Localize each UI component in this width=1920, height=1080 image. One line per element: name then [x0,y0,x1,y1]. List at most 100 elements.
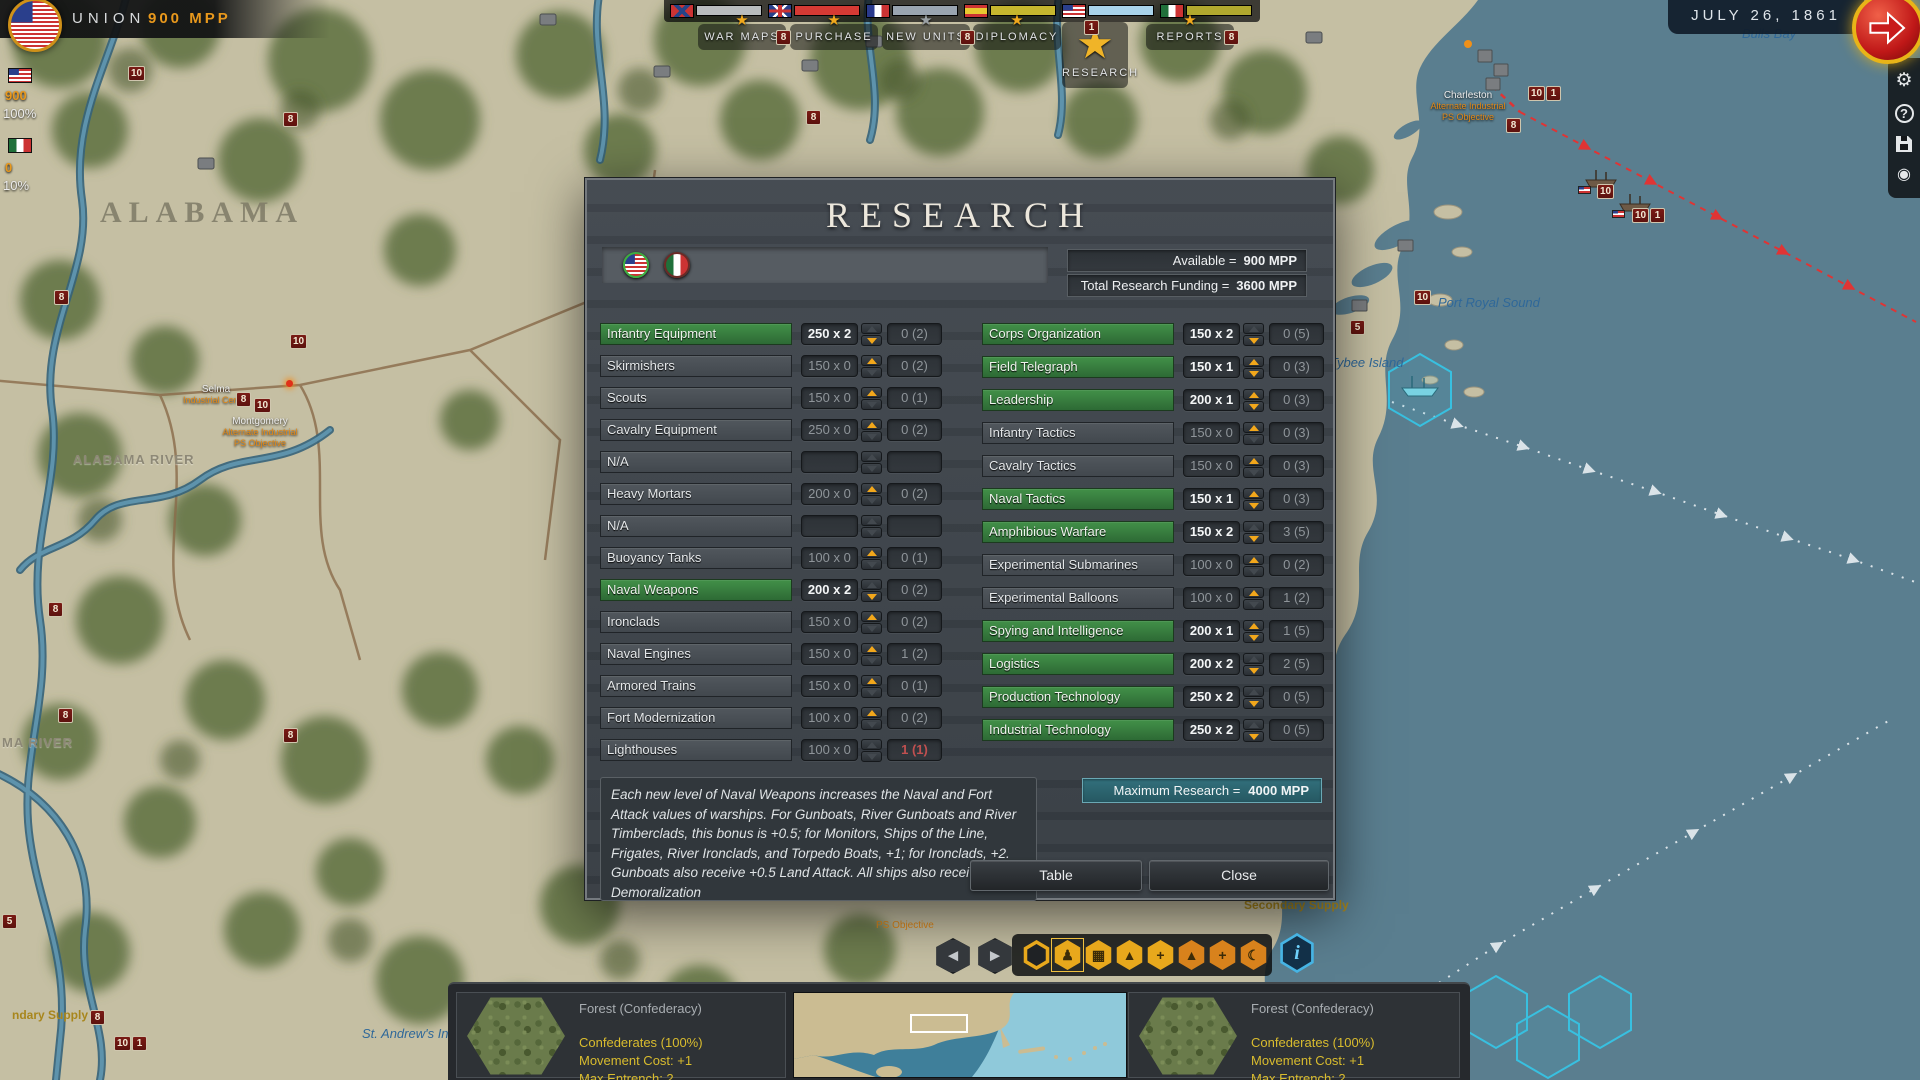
tech-increase-button[interactable] [1243,521,1264,532]
tech-label[interactable]: Naval Weapons [600,579,792,601]
tech-label[interactable]: Leadership [982,389,1174,411]
tech-label[interactable]: Buoyancy Tanks [600,547,792,569]
tech-increase-button[interactable] [861,483,882,494]
menu-button-purchase[interactable]: ★Purchase [790,24,878,50]
tech-label[interactable]: Infantry Tactics [982,422,1174,444]
tech-decrease-button[interactable] [1243,500,1264,511]
tech-decrease-button[interactable] [861,399,882,410]
tech-increase-button[interactable] [1243,389,1264,400]
tech-increase-button[interactable] [1243,620,1264,631]
tech-decrease-button[interactable] [1243,632,1264,643]
record-icon[interactable]: ◉ [1897,165,1911,185]
tech-increase-button[interactable] [1243,488,1264,499]
tech-increase-button[interactable] [861,547,882,558]
medical-mode-icon[interactable]: + [1146,940,1175,970]
tech-increase-button[interactable] [861,707,882,718]
tech-label[interactable]: Amphibious Warfare [982,521,1174,543]
tech-increase-button[interactable] [1243,356,1264,367]
tech-label[interactable]: Experimental Submarines [982,554,1174,576]
tech-increase-button[interactable] [1243,455,1264,466]
tech-label[interactable]: N/A [600,451,792,473]
tech-decrease-button[interactable] [1243,698,1264,709]
tech-decrease-button[interactable] [861,591,882,602]
minimap[interactable] [793,992,1127,1078]
tech-decrease-button[interactable] [861,431,882,442]
tech-label[interactable]: Naval Engines [600,643,792,665]
tech-increase-button[interactable] [861,323,882,334]
tech-increase-button[interactable] [1243,686,1264,697]
tech-decrease-button[interactable] [861,367,882,378]
tech-label[interactable]: N/A [600,515,792,537]
tech-label[interactable]: Scouts [600,387,792,409]
tech-increase-button[interactable] [1243,719,1264,730]
tech-increase-button[interactable] [861,739,882,750]
tech-decrease-button[interactable] [861,751,882,762]
upgrade-alt-icon[interactable]: ▲ [1177,940,1206,970]
tech-increase-button[interactable] [861,387,882,398]
tech-decrease-button[interactable] [861,527,882,538]
tech-decrease-button[interactable] [861,655,882,666]
tech-decrease-button[interactable] [861,623,882,634]
tech-decrease-button[interactable] [861,335,882,346]
tech-label[interactable]: Experimental Balloons [982,587,1174,609]
night-mode-icon[interactable]: ☾ [1239,940,1268,970]
tech-increase-button[interactable] [861,579,882,590]
medical-alt-icon[interactable]: + [1208,940,1237,970]
tech-label[interactable]: Production Technology [982,686,1174,708]
menu-button-reports[interactable]: ★Reports [1146,24,1234,50]
tech-increase-button[interactable] [861,451,882,462]
hex-outline-icon[interactable] [1022,940,1051,970]
tech-decrease-button[interactable] [1243,566,1264,577]
tech-label[interactable]: Naval Tactics [982,488,1174,510]
tech-decrease-button[interactable] [1243,665,1264,676]
tech-label[interactable]: Lighthouses [600,739,792,761]
tech-decrease-button[interactable] [1243,401,1264,412]
tech-decrease-button[interactable] [1243,368,1264,379]
tech-decrease-button[interactable] [1243,599,1264,610]
tech-increase-button[interactable] [1243,587,1264,598]
tech-decrease-button[interactable] [861,559,882,570]
tech-decrease-button[interactable] [861,719,882,730]
tech-increase-button[interactable] [1243,323,1264,334]
tech-label[interactable]: Skirmishers [600,355,792,377]
menu-button-new-units[interactable]: ★New Units [882,24,970,50]
menu-button-diplomacy[interactable]: ★Diplomacy [973,24,1061,50]
tech-increase-button[interactable] [861,611,882,622]
tech-label[interactable]: Industrial Technology [982,719,1174,741]
tech-label[interactable]: Armored Trains [600,675,792,697]
end-turn-button[interactable] [1852,0,1920,64]
help-icon[interactable]: ? [1895,104,1914,123]
tech-increase-button[interactable] [1243,422,1264,433]
tech-label[interactable]: Field Telegraph [982,356,1174,378]
upgrade-mode-icon[interactable]: ▲ [1115,940,1144,970]
tech-label[interactable]: Ironclads [600,611,792,633]
tech-decrease-button[interactable] [1243,467,1264,478]
tech-label[interactable]: Fort Modernization [600,707,792,729]
tech-increase-button[interactable] [1243,554,1264,565]
tech-decrease-button[interactable] [861,463,882,474]
tech-increase-button[interactable] [861,515,882,526]
tech-label[interactable]: Logistics [982,653,1174,675]
tech-label[interactable]: Infantry Equipment [600,323,792,345]
tech-label[interactable]: Cavalry Tactics [982,455,1174,477]
mexico-nation-button[interactable] [664,252,690,278]
tech-decrease-button[interactable] [861,495,882,506]
tech-increase-button[interactable] [861,675,882,686]
close-button[interactable]: Close [1149,860,1329,891]
table-button[interactable]: Table [970,860,1142,891]
tech-increase-button[interactable] [1243,653,1264,664]
tech-label[interactable]: Spying and Intelligence [982,620,1174,642]
tech-decrease-button[interactable] [1243,731,1264,742]
tech-increase-button[interactable] [861,419,882,430]
tech-decrease-button[interactable] [1243,335,1264,346]
tech-increase-button[interactable] [861,355,882,366]
resource-mode-icon[interactable]: ▦ [1084,940,1113,970]
settings-icon[interactable]: ⚙ [1895,71,1912,91]
menu-button-war-maps[interactable]: ★War Maps [698,24,786,50]
tech-decrease-button[interactable] [1243,533,1264,544]
tech-decrease-button[interactable] [1243,434,1264,445]
tech-label[interactable]: Cavalry Equipment [600,419,792,441]
tech-increase-button[interactable] [861,643,882,654]
tech-decrease-button[interactable] [861,687,882,698]
tech-label[interactable]: Corps Organization [982,323,1174,345]
